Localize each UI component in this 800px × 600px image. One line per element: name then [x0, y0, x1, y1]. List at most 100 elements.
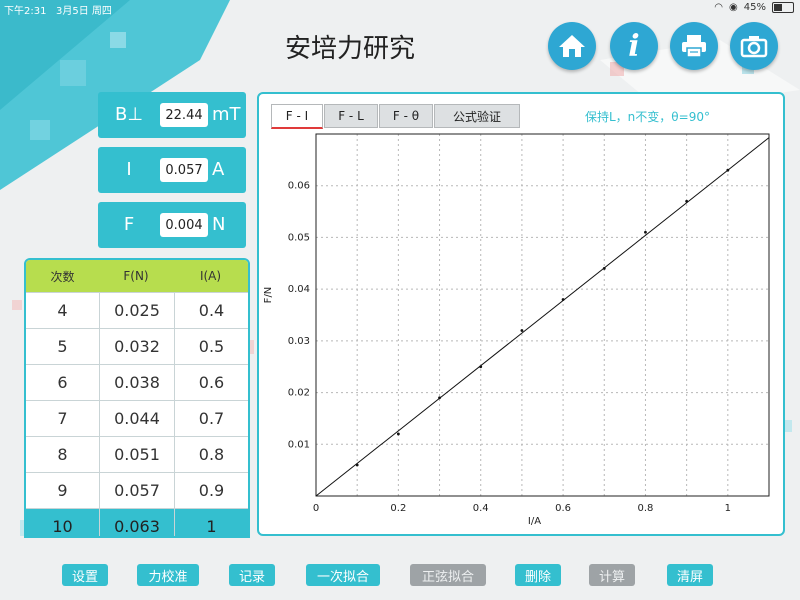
y-tick-label: 0.05 — [288, 232, 310, 243]
y-tick-label: 0.03 — [288, 336, 310, 347]
sine-fit-button[interactable]: 正弦拟合 — [410, 564, 486, 586]
lock-rotation-icon: ◉ — [729, 2, 738, 13]
readout-value: 0.057 — [160, 158, 208, 182]
readout-force: F 0.004 N — [98, 202, 246, 248]
linear-fit-button[interactable]: 一次拟合 — [306, 564, 380, 586]
data-point — [602, 267, 606, 270]
cell-current: 0.8 — [174, 437, 248, 472]
x-axis-label: I/A — [528, 516, 541, 527]
cell-count: 6 — [57, 373, 68, 392]
home-button[interactable] — [548, 22, 596, 70]
print-button[interactable] — [670, 22, 718, 70]
readout-magnetic-field: B⊥ 22.44 mT — [98, 92, 246, 138]
record-button[interactable]: 记录 — [229, 564, 275, 586]
readout-unit: N — [212, 214, 226, 235]
status-bar: 下午2:31 3月5日 周四 ◠ ◉ 45% — [0, 0, 800, 17]
x-tick-label: 0.2 — [390, 503, 406, 514]
camera-button[interactable] — [730, 22, 778, 70]
clear-screen-button[interactable]: 清屏 — [667, 564, 713, 586]
printer-icon — [682, 35, 706, 58]
cell-current: 0.4 — [174, 293, 248, 328]
y-axis-label: F/N — [263, 287, 274, 304]
cell-current: 0.9 — [174, 473, 248, 508]
data-point — [520, 329, 524, 332]
y-tick-label: 0.04 — [288, 284, 310, 295]
cell-count: 5 — [57, 337, 68, 356]
readout-value: 22.44 — [160, 103, 208, 127]
info-icon: i — [628, 28, 640, 64]
tab-f-i[interactable]: F - I — [271, 104, 323, 129]
tab-f-l[interactable]: F - L — [324, 104, 378, 128]
calculate-button[interactable]: 计算 — [589, 564, 635, 586]
table-row[interactable]: 7 0.044 0.7 — [26, 400, 248, 436]
settings-button[interactable]: 设置 — [62, 564, 108, 586]
cell-force: 0.044 — [99, 401, 174, 436]
data-point — [396, 432, 400, 436]
battery-percent: 45% — [743, 2, 766, 13]
tab-formula-verify[interactable]: 公式验证 — [434, 104, 520, 128]
column-header-current: I(A) — [199, 269, 222, 283]
data-point — [438, 396, 441, 400]
readout-value: 0.004 — [160, 213, 208, 237]
data-point — [726, 168, 730, 172]
x-tick-label: 0 — [313, 503, 319, 514]
condition-hint: 保持L，n不变，θ=90° — [585, 110, 710, 124]
delete-button[interactable]: 删除 — [515, 564, 561, 586]
x-tick-label: 1 — [725, 503, 731, 514]
table-row[interactable]: 8 0.051 0.8 — [26, 436, 248, 472]
wifi-icon: ◠ — [714, 2, 724, 13]
cell-force: 0.025 — [99, 293, 174, 328]
data-point — [644, 230, 647, 234]
cell-current: 1 — [174, 509, 248, 536]
data-table: 次数 F(N) I(A) 4 0.025 0.4 5 0.032 0.5 6 0.038 0.6… — [24, 258, 250, 538]
data-point — [479, 365, 483, 369]
cell-force: 0.057 — [99, 473, 174, 508]
fit-line — [315, 137, 770, 497]
x-tick-label: 0.4 — [473, 503, 489, 514]
table-row[interactable]: 9 0.057 0.9 — [26, 472, 248, 508]
tab-f-theta[interactable]: F - θ — [379, 104, 433, 128]
battery-icon — [772, 2, 794, 13]
readout-symbol: B⊥ — [114, 104, 144, 125]
readout-current: I 0.057 A — [98, 147, 246, 193]
data-point — [561, 298, 565, 301]
status-time: 下午2:31 — [4, 6, 47, 17]
cell-force: 0.063 — [99, 509, 174, 536]
cell-count: 10 — [52, 517, 73, 536]
readout-symbol: F — [123, 214, 135, 235]
y-tick-label: 0.02 — [288, 388, 310, 399]
readout-symbol: I — [126, 159, 132, 180]
cell-count: 8 — [57, 445, 68, 464]
f-i-chart: 0 0.2 0.4 0.6 0.8 1 0.01 0.02 0.03 0.04 0.05 0.06 I/… — [263, 133, 770, 527]
cell-current: 0.5 — [174, 329, 248, 364]
readout-unit: A — [212, 159, 225, 180]
data-point — [685, 199, 689, 203]
cell-current: 0.6 — [174, 365, 248, 400]
data-point — [355, 463, 359, 467]
status-date: 3月5日 周四 — [56, 6, 112, 17]
x-tick-label: 0.8 — [638, 503, 654, 514]
camera-icon — [740, 36, 768, 58]
cell-current: 0.7 — [174, 401, 248, 436]
table-row[interactable]: 5 0.032 0.5 — [26, 328, 248, 364]
x-tick-label: 0.6 — [555, 503, 571, 514]
cell-count: 7 — [57, 409, 68, 428]
table-row[interactable]: 4 0.025 0.4 — [26, 292, 248, 328]
info-button[interactable]: i — [610, 22, 658, 70]
table-row[interactable]: 6 0.038 0.6 — [26, 364, 248, 400]
cell-count: 9 — [57, 481, 68, 500]
force-calibration-button[interactable]: 力校准 — [137, 564, 199, 586]
table-header: 次数 F(N) I(A) — [26, 260, 248, 292]
home-icon — [559, 35, 585, 57]
table-row[interactable]: 10 0.063 1 — [26, 508, 248, 536]
cell-count: 4 — [57, 301, 68, 320]
table-body: 4 0.025 0.4 5 0.032 0.5 6 0.038 0.6 7 0.044 0.7 8 0.0… — [26, 292, 248, 536]
cell-force: 0.032 — [99, 329, 174, 364]
y-tick-label: 0.06 — [288, 181, 310, 192]
chart-panel: F - I F - L F - θ 公式验证 保持L，n不变，θ=90° 0 0.… — [257, 92, 785, 536]
cell-force: 0.038 — [99, 365, 174, 400]
cell-force: 0.051 — [99, 437, 174, 472]
column-header-count: 次数 — [50, 269, 75, 284]
y-tick-label: 0.01 — [288, 439, 310, 450]
column-header-force: F(N) — [123, 269, 149, 283]
